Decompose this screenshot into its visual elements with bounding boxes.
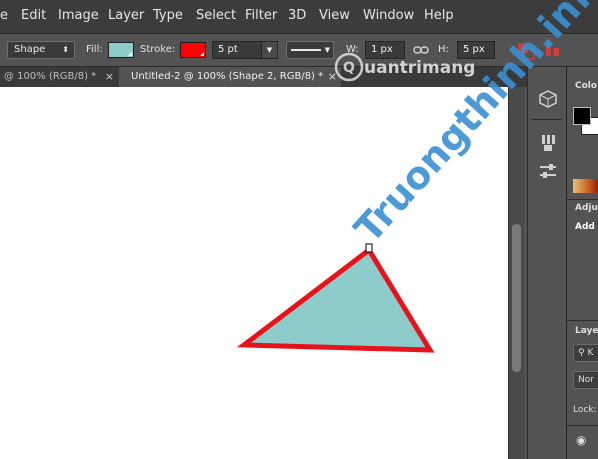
close-icon[interactable]: × <box>105 67 114 87</box>
adjustments-add-label: Add <box>575 222 595 232</box>
color-panel-title[interactable]: Colo <box>575 81 597 91</box>
stroke-swatch-arrow-icon <box>200 52 204 56</box>
layers-panel-title[interactable]: Laye <box>575 326 598 336</box>
width-value: 1 px <box>371 44 393 55</box>
panel-divider <box>567 199 598 200</box>
width-label: W: <box>346 44 359 55</box>
lock-label: Lock: <box>573 405 597 415</box>
search-icon: ⚲ <box>578 348 585 358</box>
chevron-down-icon[interactable]: ▼ <box>261 42 277 58</box>
fill-swatch-arrow-icon <box>128 52 132 56</box>
menu-select[interactable]: Select <box>196 8 236 23</box>
scrollbar-thumb[interactable] <box>512 224 521 372</box>
menu-layer[interactable]: Layer <box>108 8 144 23</box>
triangle-shape[interactable] <box>236 246 435 353</box>
eye-visibility-icon[interactable]: ◉ <box>576 433 586 447</box>
chevron-down-icon: ▼ <box>324 46 330 54</box>
menu-type[interactable]: Type <box>153 8 183 23</box>
path-alignment-icon[interactable] <box>543 41 563 61</box>
tool-mode-label: Shape <box>14 44 46 55</box>
tab-label: Untitled-2 @ 100% (Shape 2, RGB/8) * <box>131 71 324 82</box>
foreground-color-swatch[interactable] <box>573 107 591 125</box>
menu-help[interactable]: Help <box>424 8 454 23</box>
stroke-type-dropdown[interactable]: ▼ <box>286 41 334 59</box>
document-canvas[interactable] <box>0 87 508 459</box>
stroke-width-value: 5 pt <box>218 44 238 55</box>
height-label: H: <box>438 44 449 55</box>
vertical-scrollbar[interactable] <box>508 87 524 459</box>
fill-label: Fill: <box>86 44 103 55</box>
path-operations-icon[interactable] <box>516 41 538 61</box>
document-tab-bar: @ 100% (RGB/8) * × Untitled-2 @ 100% (Sh… <box>0 67 566 87</box>
menu-filter[interactable]: Filter <box>245 8 277 23</box>
tab-document-2[interactable]: Untitled-2 @ 100% (Shape 2, RGB/8) * × <box>119 67 341 87</box>
tool-mode-dropdown[interactable]: Shape ⬍ <box>7 41 75 59</box>
tab-label: @ 100% (RGB/8) * <box>4 71 97 82</box>
stroke-width-field[interactable]: 5 pt ▼ <box>212 41 278 59</box>
adjustments-panel-title[interactable]: Adju <box>575 203 598 213</box>
strip-divider <box>532 119 562 120</box>
link-icon[interactable] <box>413 44 429 56</box>
menu-image[interactable]: Image <box>58 8 99 23</box>
color-spectrum-ramp[interactable] <box>573 179 598 193</box>
blend-mode-label: Nor <box>578 375 594 385</box>
layers-filter-kind-dropdown[interactable]: ⚲ K <box>573 344 598 362</box>
menu-bar: e Edit Image Layer Type Select Filter 3D… <box>0 0 598 33</box>
panel-divider <box>567 425 598 426</box>
width-field[interactable]: 1 px <box>365 41 405 59</box>
menu-edit[interactable]: Edit <box>21 8 46 23</box>
right-panel-dock: Colo Adju Add Laye ⚲ K Nor Lock: ◉ <box>566 67 598 459</box>
brush-presets-icon[interactable] <box>538 133 558 153</box>
tab-document-1[interactable]: @ 100% (RGB/8) * × <box>0 67 118 87</box>
panel-icon-strip <box>527 67 566 459</box>
menu-file[interactable]: e <box>0 8 8 23</box>
stroke-swatch[interactable] <box>180 42 206 58</box>
3d-cube-icon[interactable] <box>538 89 558 109</box>
height-value: 5 px <box>463 44 485 55</box>
fill-swatch[interactable] <box>108 42 134 58</box>
menu-view[interactable]: View <box>319 8 350 23</box>
menu-3d[interactable]: 3D <box>288 8 306 23</box>
panel-divider <box>567 320 598 321</box>
anchor-point-handle[interactable] <box>365 243 373 253</box>
canvas-artwork <box>236 243 435 353</box>
close-icon[interactable]: × <box>328 67 337 87</box>
adjustment-sliders-icon[interactable] <box>538 161 558 181</box>
updown-arrows-icon: ⬍ <box>62 45 69 54</box>
height-field[interactable]: 5 px <box>457 41 495 59</box>
blend-mode-dropdown[interactable]: Nor <box>573 371 598 389</box>
stroke-label: Stroke: <box>140 44 176 55</box>
menu-window[interactable]: Window <box>363 8 414 23</box>
stroke-line-preview <box>291 49 321 51</box>
options-bar: Shape ⬍ Fill: Stroke: 5 pt ▼ ▼ W: 1 px H… <box>0 33 598 67</box>
layers-kind-label: K <box>587 348 594 358</box>
